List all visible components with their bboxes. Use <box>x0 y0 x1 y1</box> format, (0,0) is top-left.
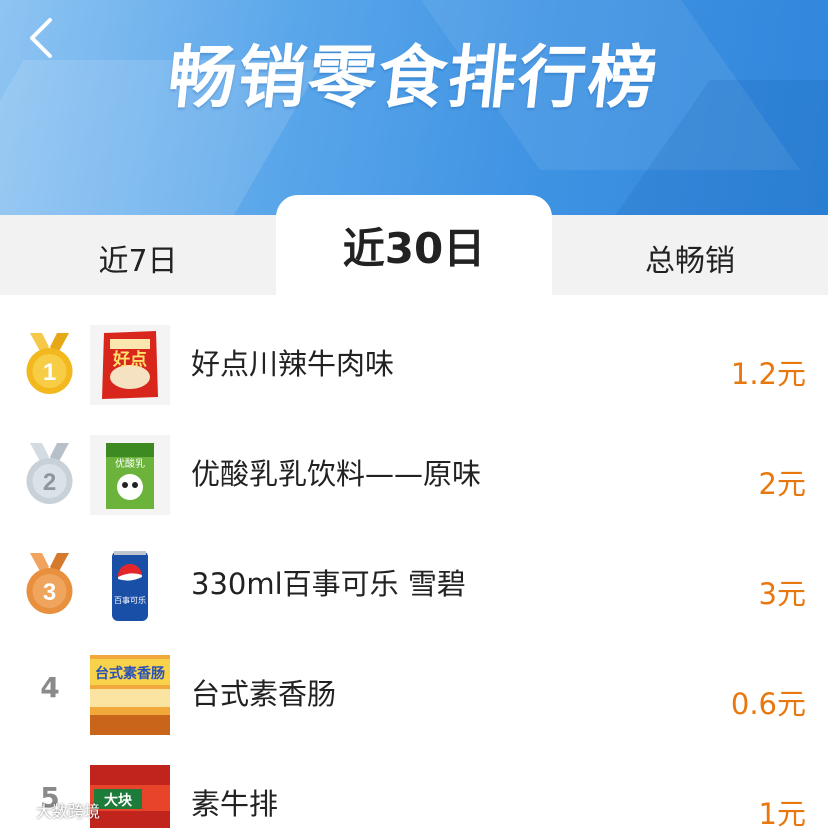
tab-30-days[interactable]: 近30日 <box>276 195 552 295</box>
svg-text:2: 2 <box>43 469 56 496</box>
page-title: 畅销零食排行榜 <box>164 39 663 118</box>
watermark: 大数跨境 <box>6 798 100 822</box>
product-name: 优酸乳乳饮料——原味 <box>191 457 482 491</box>
gold-medal-icon: 1 <box>26 333 73 394</box>
product-name: 330ml百事可乐 雪碧 <box>191 567 466 601</box>
svg-text:1: 1 <box>43 359 56 386</box>
svg-text:台式素香肠: 台式素香肠 <box>95 665 165 682</box>
rank-number: 4 <box>40 671 60 704</box>
list-item[interactable]: 2 优酸乳 优酸乳乳饮料——原味 2元 <box>0 405 828 515</box>
svg-text:好点: 好点 <box>112 349 147 370</box>
page: 畅销零食排行榜 近7日 近30日 总畅销 1 好点 好点川辣牛肉味 1.2元 2… <box>0 0 828 828</box>
product-image: 百事可乐 <box>90 545 170 625</box>
product-image: 台式素香肠 <box>90 655 170 735</box>
product-name: 好点川辣牛肉味 <box>191 347 395 381</box>
product-ranking-list: 1 好点 好点川辣牛肉味 1.2元 2 优酸乳 优酸乳乳饮料——原味 2元 3 … <box>0 295 828 828</box>
list-item[interactable]: 4 台式素香肠 台式素香肠 0.6元 <box>0 625 828 735</box>
watermark-logo-icon <box>7 802 30 818</box>
product-price: 1.2元 <box>730 357 806 391</box>
tab-bar: 近7日 近30日 总畅销 <box>0 195 828 295</box>
tab-7-days[interactable]: 近7日 <box>0 215 276 295</box>
svg-text:3: 3 <box>43 579 56 606</box>
product-price: 2元 <box>758 467 806 501</box>
list-item[interactable]: 5 大块 素牛排 1元 <box>0 735 828 828</box>
product-price: 1元 <box>758 797 806 828</box>
svg-text:百事可乐: 百事可乐 <box>114 595 146 605</box>
silver-medal-icon: 2 <box>26 443 73 504</box>
bronze-medal-icon: 3 <box>26 553 73 614</box>
svg-text:大块: 大块 <box>104 792 133 809</box>
svg-text:优酸乳: 优酸乳 <box>115 457 145 470</box>
product-name: 素牛排 <box>191 787 279 821</box>
product-price: 3元 <box>758 577 806 611</box>
product-image: 优酸乳 <box>90 435 170 515</box>
tab-total-sales[interactable]: 总畅销 <box>552 215 828 295</box>
product-price: 0.6元 <box>730 687 806 721</box>
product-name: 台式素香肠 <box>191 677 337 711</box>
product-image: 大块 <box>90 765 170 828</box>
product-image: 好点 <box>90 325 170 405</box>
list-item[interactable]: 3 百事可乐 330ml百事可乐 雪碧 3元 <box>0 515 828 625</box>
list-item[interactable]: 1 好点 好点川辣牛肉味 1.2元 <box>0 295 828 405</box>
header-banner: 畅销零食排行榜 <box>0 0 828 215</box>
watermark-text: 大数跨境 <box>36 802 101 821</box>
